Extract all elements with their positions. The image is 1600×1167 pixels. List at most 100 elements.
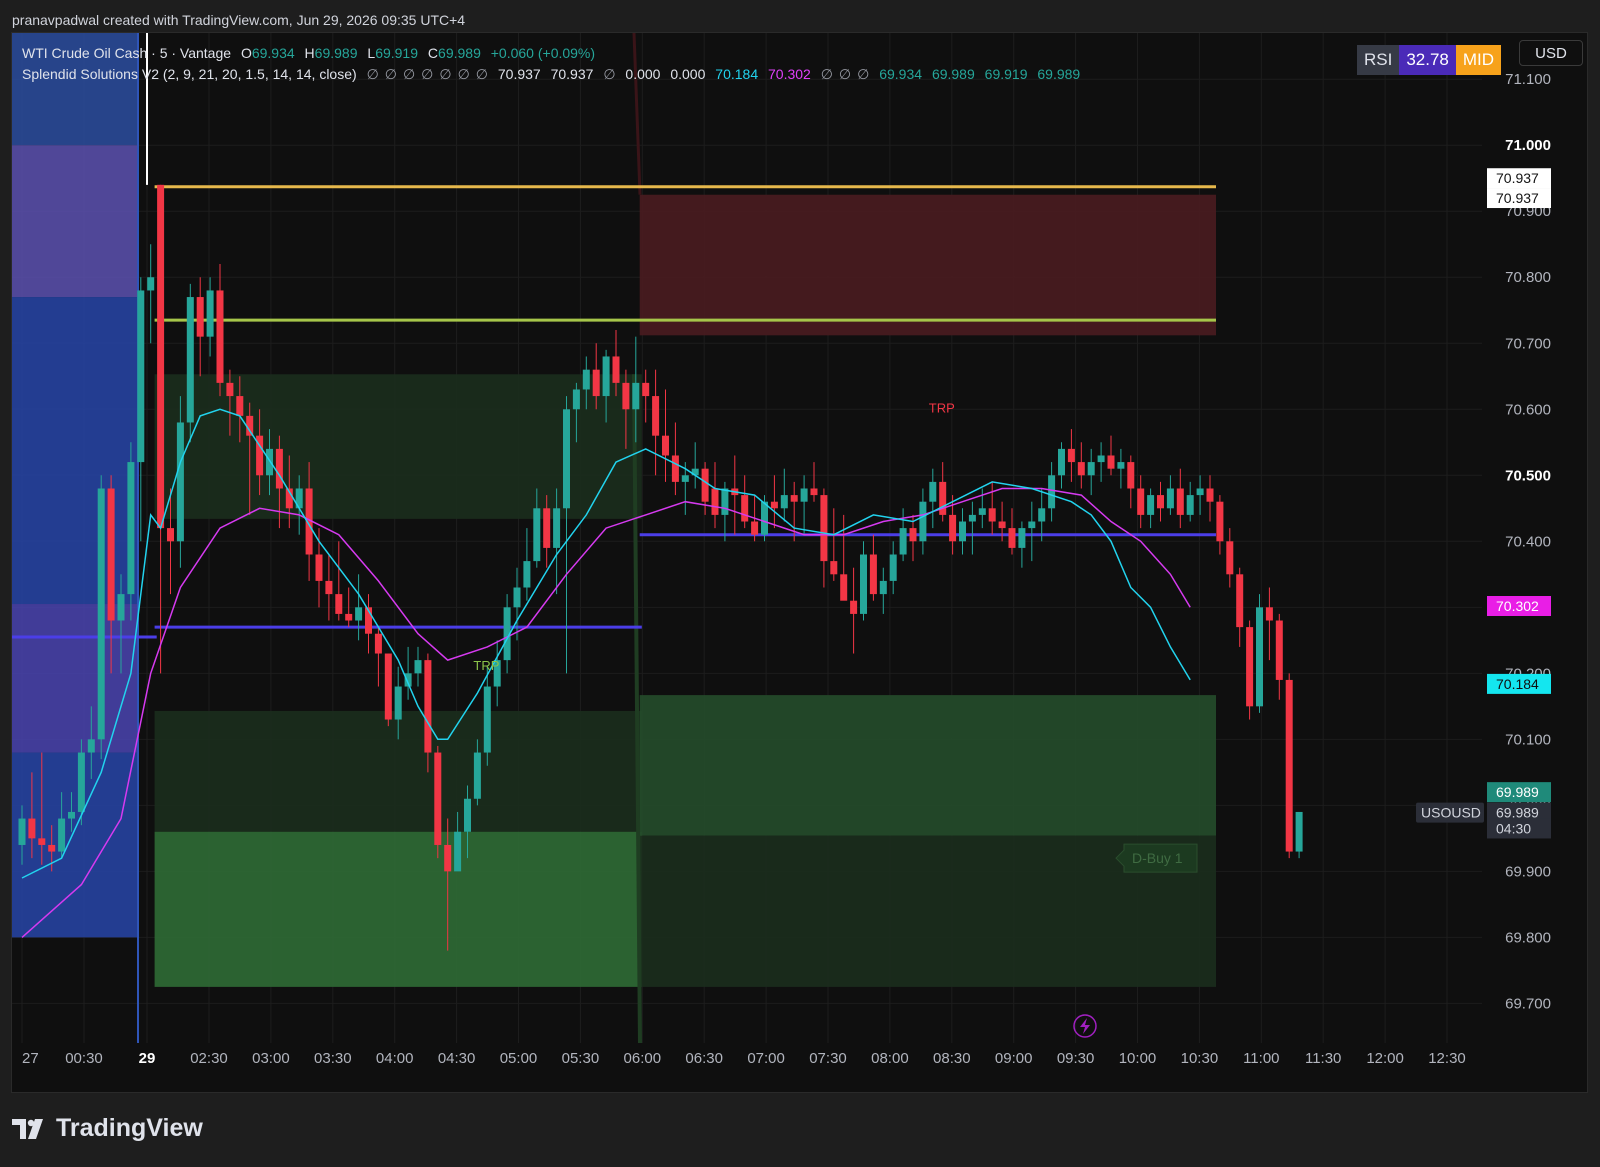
candle-up[interactable] [414,660,422,674]
candle-down[interactable] [701,468,709,502]
candle-down[interactable] [107,488,115,621]
candle-down[interactable] [751,521,759,535]
candle-up[interactable] [968,514,976,522]
candle-down[interactable] [642,382,650,397]
indicator-name[interactable]: Splendid Solutions V2 (2, 9, 21, 20, 1.5… [22,66,357,82]
candle-down[interactable] [939,481,947,515]
candle-up[interactable] [1147,495,1155,515]
candle-up[interactable] [1295,811,1303,852]
candle-down[interactable] [1127,462,1135,489]
candle-down[interactable] [216,290,224,383]
candle-up[interactable] [1048,475,1056,509]
candle-up[interactable] [58,818,66,852]
candle-down[interactable] [988,508,996,522]
candle-down[interactable] [1265,607,1273,621]
candle-up[interactable] [1087,462,1095,476]
candle-down[interactable] [1008,528,1016,548]
candle-down[interactable] [1285,679,1293,852]
candle-up[interactable] [889,554,897,581]
candle-up[interactable] [117,594,125,621]
candle-down[interactable] [998,521,1006,529]
candle-up[interactable] [572,389,580,410]
candle-down[interactable] [167,528,174,542]
candle-down[interactable] [1226,541,1234,575]
candle-up[interactable] [533,508,541,562]
candle-down[interactable] [226,382,234,397]
candle-up[interactable] [483,686,491,753]
candle-down[interactable] [275,448,283,489]
candle-up[interactable] [929,481,937,502]
candle-up[interactable] [97,488,105,740]
candle-up[interactable] [1028,521,1036,529]
candle-down[interactable] [236,396,244,416]
candle-up[interactable] [681,475,689,482]
candle-down[interactable] [949,514,957,542]
candle-up[interactable] [137,290,145,463]
candle-down[interactable] [1216,501,1224,542]
candle-down[interactable] [612,356,620,383]
candle-up[interactable] [553,508,561,548]
candle-up[interactable] [879,580,887,595]
candle-up[interactable] [860,554,867,614]
candle-up[interactable] [800,488,808,502]
candle-up[interactable] [1038,508,1046,522]
candle-down[interactable] [1077,462,1085,476]
candle-up[interactable] [473,752,481,799]
candle-down[interactable] [38,838,46,845]
candle-up[interactable] [1256,607,1263,707]
candle-down[interactable] [196,297,204,337]
candle-down[interactable] [335,594,343,614]
candle-down[interactable] [374,633,382,654]
candle-down[interactable] [1137,488,1145,515]
candle-down[interactable] [48,844,56,852]
candle-down[interactable] [1107,455,1115,469]
symbol-name[interactable]: WTI Crude Oil Cash · 5 · Vantage [22,45,231,61]
chart-frame[interactable]: TRP TRP D-Buy 1 71.100 71.000 70.900 70.800 70.… [11,32,1588,1093]
candle-down[interactable] [820,495,828,562]
candle-down[interactable] [770,501,778,509]
candle-down[interactable] [384,653,392,720]
candle-down[interactable] [909,528,917,542]
candle-up[interactable] [919,501,927,542]
candle-down[interactable] [424,660,432,753]
candle-down[interactable] [325,580,333,595]
candle-down[interactable] [741,495,749,522]
candle-up[interactable] [780,495,788,509]
candle-up[interactable] [68,811,75,819]
candle-up[interactable] [18,818,26,845]
candle-up[interactable] [266,448,273,476]
candle-up[interactable] [127,462,135,595]
candle-down[interactable] [1246,627,1254,707]
candle-up[interactable] [513,587,521,608]
candle-up[interactable] [523,561,531,588]
candle-down[interactable] [662,435,669,456]
candle-up[interactable] [176,422,184,542]
candle-up[interactable] [394,686,402,720]
candle-up[interactable] [721,488,729,515]
candle-up[interactable] [563,409,570,509]
candle-down[interactable] [840,574,848,601]
candle-down[interactable] [1275,620,1283,680]
candle-up[interactable] [186,297,194,423]
tradingview-logo[interactable]: TradingView [12,1114,203,1143]
candle-up[interactable] [1058,448,1065,476]
candle-up[interactable] [899,528,907,555]
candle-up[interactable] [959,521,966,542]
candle-down[interactable] [434,752,442,845]
candle-down[interactable] [28,818,36,839]
candle-down[interactable] [543,508,551,548]
candle-down[interactable] [790,495,798,502]
candle-up[interactable] [454,831,462,872]
candle-up[interactable] [147,277,155,291]
candle-down[interactable] [444,844,452,872]
candle-up[interactable] [1018,528,1026,548]
candle-down[interactable] [1236,574,1244,628]
candle-down[interactable] [1157,495,1164,509]
candle-up[interactable] [602,356,610,397]
candle-up[interactable] [1117,462,1125,469]
candle-down[interactable] [592,369,600,397]
candle-down[interactable] [850,600,858,614]
candle-up[interactable] [77,752,85,812]
candle-down[interactable] [157,184,165,529]
price-chart[interactable]: TRPTRPD-Buy 171.10071.00070.90070.80070.… [12,33,1587,1092]
